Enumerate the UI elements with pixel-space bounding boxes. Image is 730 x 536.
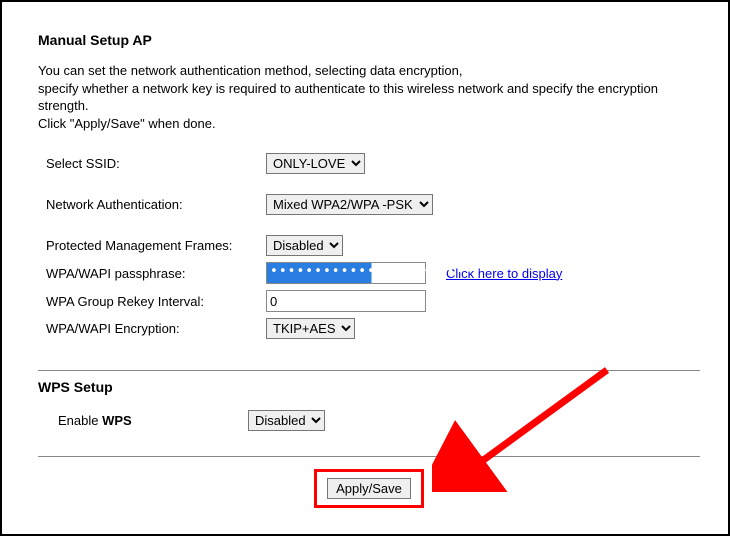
wps-enable-label: Enable WPS	[58, 413, 132, 428]
wps-select[interactable]: Disabled	[248, 410, 325, 431]
intro-line-1: You can set the network authentication m…	[38, 63, 462, 78]
settings-form: Select SSID: ONLY-LOVE Network Authentic…	[38, 150, 562, 342]
enc-label: WPA/WAPI Encryption:	[46, 321, 180, 336]
pmf-select[interactable]: Disabled	[266, 235, 343, 256]
passphrase-input[interactable]	[266, 262, 426, 284]
auth-label: Network Authentication:	[46, 197, 183, 212]
wps-heading: WPS Setup	[38, 379, 700, 395]
section-divider-2	[38, 456, 700, 457]
apply-button-highlight: Apply/Save	[314, 469, 424, 508]
rekey-input[interactable]	[266, 290, 426, 312]
intro-line-2: specify whether a network key is require…	[38, 81, 658, 114]
rekey-label: WPA Group Rekey Interval:	[46, 294, 204, 309]
auth-select[interactable]: Mixed WPA2/WPA -PSK	[266, 194, 433, 215]
page-title: Manual Setup AP	[38, 32, 700, 48]
display-passphrase-link[interactable]: Click here to display	[446, 266, 562, 281]
section-divider	[38, 370, 700, 371]
apply-save-button[interactable]: Apply/Save	[327, 478, 411, 499]
passphrase-label: WPA/WAPI passphrase:	[46, 266, 185, 281]
enc-select[interactable]: TKIP+AES	[266, 318, 355, 339]
intro-text: You can set the network authentication m…	[38, 62, 700, 132]
pmf-label: Protected Management Frames:	[46, 238, 232, 253]
wps-form: Enable WPS Disabled	[38, 407, 448, 434]
ssid-select[interactable]: ONLY-LOVE	[266, 153, 365, 174]
intro-line-3: Click "Apply/Save" when done.	[38, 116, 216, 131]
ssid-label: Select SSID:	[46, 156, 120, 171]
